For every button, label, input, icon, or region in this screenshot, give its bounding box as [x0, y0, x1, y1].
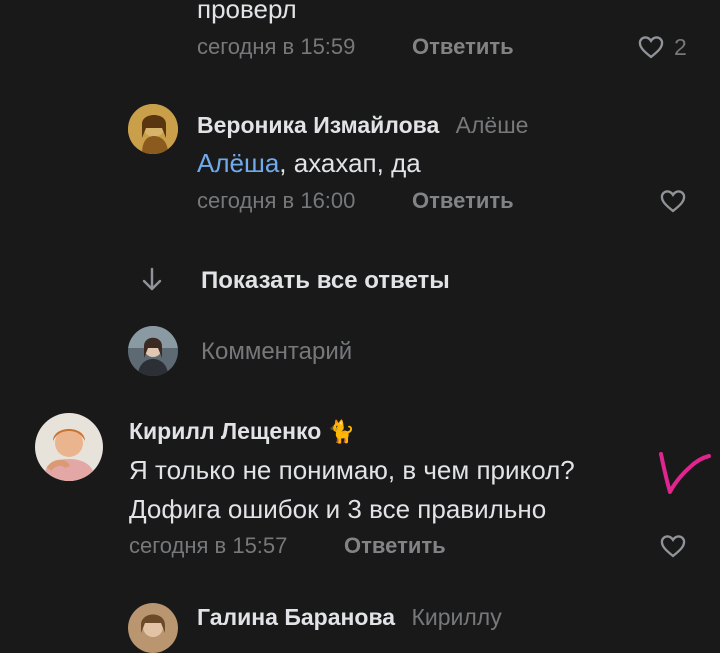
current-user-avatar [128, 326, 178, 376]
handwritten-checkmark [655, 450, 713, 505]
comment-body: , ахахап, да [279, 148, 421, 178]
avatar-image [128, 104, 178, 154]
like-button[interactable] [658, 187, 688, 220]
reply-button[interactable]: Ответить [412, 34, 514, 60]
reply-to-user[interactable]: Кириллу [411, 604, 501, 630]
like-button[interactable]: 2 [636, 33, 687, 61]
comment-input[interactable]: Комментарий [201, 338, 352, 366]
reply-button[interactable]: Ответить [344, 533, 446, 559]
arrow-down-icon [140, 266, 164, 299]
cat-emoji: 🐈 [327, 419, 356, 444]
mention-link[interactable]: Алёша [197, 148, 279, 178]
avatar[interactable] [128, 603, 178, 653]
heart-icon [660, 535, 686, 558]
comment-author: Галина Баранова Кириллу [197, 604, 502, 631]
avatar-image [128, 603, 178, 653]
avatar[interactable] [35, 413, 103, 481]
comment-timestamp: сегодня в 15:59 [197, 34, 356, 59]
avatar[interactable] [128, 104, 178, 154]
avatar-image [128, 326, 178, 376]
likes-count: 2 [674, 33, 687, 60]
author-name[interactable]: Галина Баранова [197, 604, 395, 630]
comment-text-line1: Я только не понимаю, в чем прикол? [129, 455, 575, 485]
comment-text: Алёша, ахахап, да [197, 148, 421, 179]
comment-text: проверл [197, 0, 297, 24]
heart-icon [638, 36, 664, 59]
avatar-image [35, 413, 103, 481]
like-button[interactable] [658, 532, 688, 565]
comment-timestamp: сегодня в 16:00 [197, 188, 356, 213]
author-name[interactable]: Кирилл Лещенко [129, 418, 321, 444]
author-name[interactable]: Вероника Измайлова [197, 112, 439, 138]
reply-to-user[interactable]: Алёше [456, 112, 529, 138]
reply-button[interactable]: Ответить [412, 188, 514, 214]
show-all-replies-button[interactable]: Показать все ответы [201, 267, 450, 295]
comment-timestamp: сегодня в 15:57 [129, 533, 288, 558]
comment-text-line2: Дофига ошибок и 3 все правильно [129, 494, 547, 524]
heart-icon [660, 190, 686, 213]
comment-author: Кирилл Лещенко 🐈 [129, 418, 355, 445]
comment-author: Вероника Измайлова Алёше [197, 112, 528, 139]
